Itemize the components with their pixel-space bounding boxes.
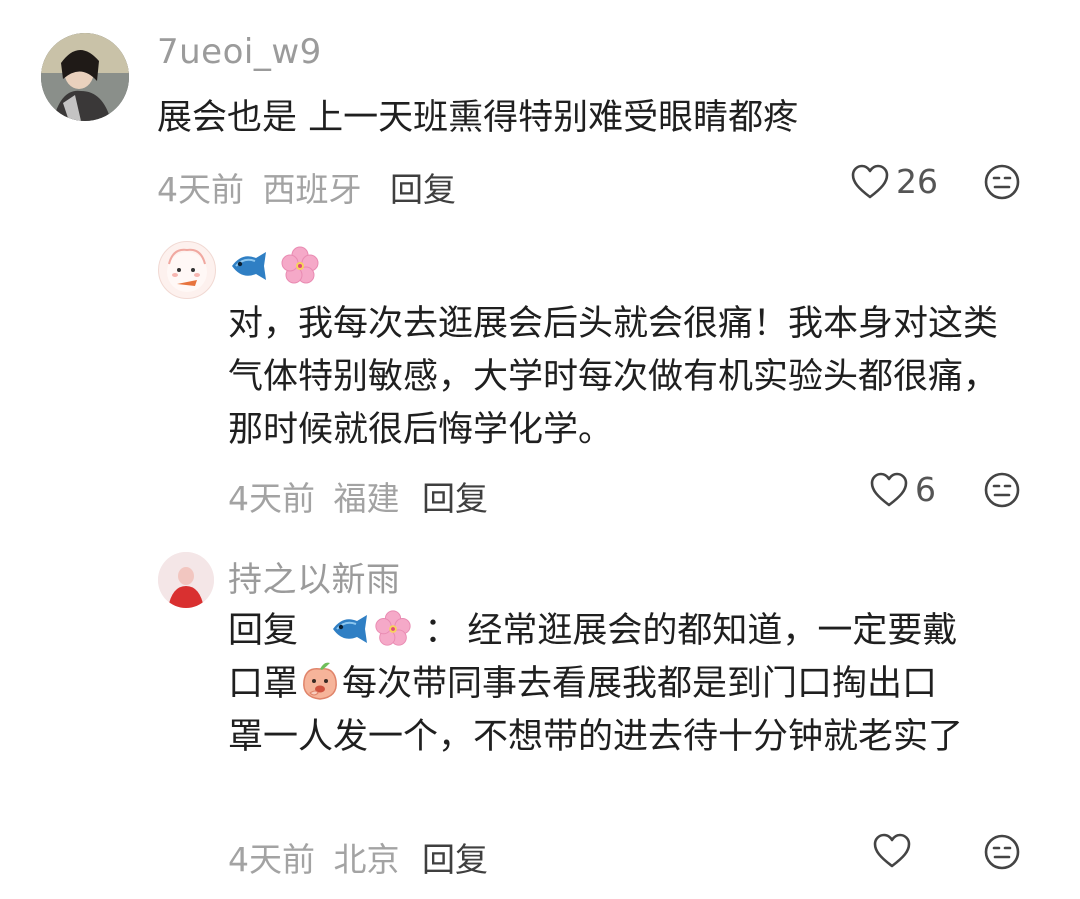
avatar[interactable] — [41, 33, 129, 121]
comment-text: 回复 ：经常逛展会的都知道，一定要戴 口罩 每次带同事去看展我都是到门口掏出口 … — [228, 605, 1028, 764]
text-part: 经常逛展会的都知道，一定要戴 — [467, 611, 958, 651]
timestamp: 4天前 — [228, 479, 315, 518]
like-button[interactable]: 26 — [850, 162, 938, 201]
avatar[interactable] — [158, 552, 214, 608]
comment-meta: 4天前 北京 — [228, 833, 400, 881]
like-count: 26 — [896, 162, 938, 201]
username-emoji[interactable] — [228, 245, 321, 287]
comment-text: 对，我每次去逛展会后头就会很痛！我本身对这类气体特别敏感，大学时每次做有机实验头… — [228, 304, 999, 450]
like-button[interactable]: 6 — [869, 470, 936, 509]
meh-face-icon — [984, 834, 1020, 870]
username[interactable]: 7ueoi_w9 — [157, 32, 322, 72]
dislike-button[interactable] — [983, 471, 1021, 513]
reply-prefix: 回复 — [228, 611, 299, 651]
reply-button[interactable]: 回复 — [422, 833, 488, 881]
meh-face-icon — [984, 164, 1020, 200]
text-part: 口罩 — [228, 664, 299, 704]
reply-button[interactable]: 回复 — [390, 163, 456, 211]
meh-face-icon — [984, 472, 1020, 508]
fish-icon — [232, 252, 266, 280]
text-line: 口罩 每次带同事去看展我都是到门口掏出口 — [228, 658, 1028, 711]
timestamp: 4天前 — [157, 170, 244, 209]
peach-emoji-icon — [303, 662, 337, 700]
text-part: 每次带同事去看展我都是到门口掏出口 — [342, 664, 938, 704]
dislike-button[interactable] — [983, 833, 1021, 875]
text-line: 回复 ：经常逛展会的都知道，一定要戴 — [228, 605, 1028, 658]
fish-icon — [333, 615, 368, 643]
comment-meta: 4天前 福建 — [228, 472, 400, 520]
reply-colon: ： — [424, 611, 460, 651]
timestamp: 4天前 — [228, 840, 315, 879]
avatar[interactable] — [158, 241, 216, 299]
location: 福建 — [333, 479, 400, 518]
like-count: 6 — [915, 470, 936, 509]
comment-meta: 4天前 西班牙 — [157, 163, 362, 211]
location: 北京 — [333, 840, 400, 879]
location: 西班牙 — [262, 170, 362, 209]
comment-text: 展会也是 上一天班熏得特别难受眼睛都疼 — [157, 98, 799, 138]
like-button[interactable] — [872, 832, 912, 870]
replied-user[interactable] — [329, 610, 424, 651]
heart-icon — [851, 164, 889, 198]
username[interactable]: 持之以新雨 — [228, 552, 401, 601]
reply-button[interactable]: 回复 — [422, 472, 488, 520]
cherry-blossom-icon — [281, 246, 319, 284]
dislike-button[interactable] — [983, 163, 1021, 205]
heart-icon — [870, 472, 908, 506]
text-part: 罩一人发一个，不想带的进去待十分钟就老实了 — [228, 717, 964, 757]
heart-icon — [873, 833, 911, 868]
cherry-blossom-icon — [375, 610, 411, 646]
